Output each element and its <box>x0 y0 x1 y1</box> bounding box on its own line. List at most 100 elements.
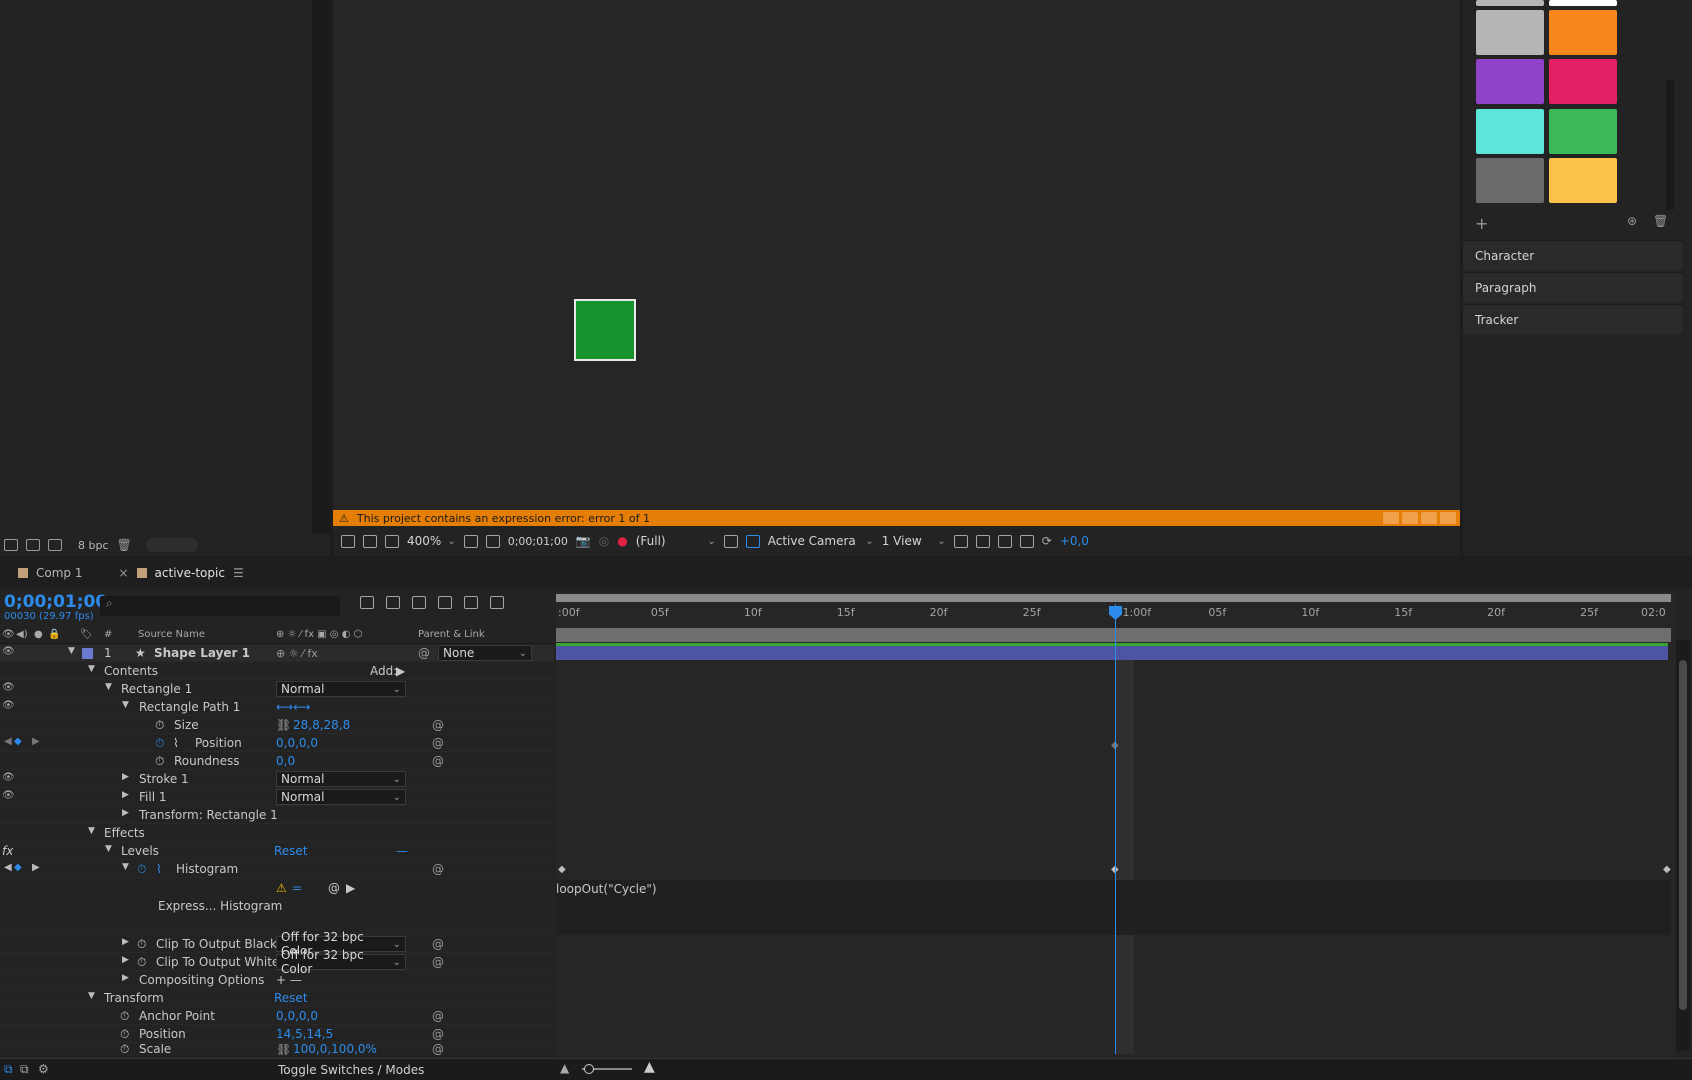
work-area-bar[interactable] <box>556 594 1671 602</box>
video-switch-icon[interactable]: 👁 <box>2 629 15 640</box>
close-icon[interactable]: × <box>118 566 128 580</box>
fill-blend-dropdown[interactable]: Normal ⌄ <box>276 789 406 805</box>
transform-position-value[interactable]: 14,5,14,5 <box>276 1027 333 1041</box>
new-folder-icon[interactable] <box>26 539 40 551</box>
eye-icon[interactable]: 👁 <box>2 790 15 801</box>
row-clip-output-black[interactable]: ▶ ⏱ Clip To Output Black Off for 32 bpc … <box>0 930 554 958</box>
row-levels[interactable]: fx ▼ Levels Reset — <box>0 843 554 860</box>
row-expression[interactable]: ⚠ = @ ▶ Express... Histogram <box>0 879 554 935</box>
label-icon[interactable]: 🏷 <box>80 629 93 640</box>
swatch[interactable] <box>1476 158 1544 203</box>
prev-error-icon[interactable] <box>1383 512 1399 524</box>
stopwatch-icon[interactable]: ⏱ <box>120 1027 129 1042</box>
row-transform-rectangle-1[interactable]: ▶ Transform: Rectangle 1 <box>0 807 554 824</box>
next-error-icon[interactable] <box>1421 512 1437 524</box>
label-color-icon[interactable] <box>82 648 93 659</box>
expand-triangle-icon[interactable]: ▶ <box>122 790 129 800</box>
project-scrollbar[interactable] <box>312 0 330 556</box>
row-transform-position[interactable]: ⏱ Position 14,5,14,5 @ <box>0 1026 554 1043</box>
row-scale[interactable]: ⏱ Scale ⛓ 100,0,100,0% @ <box>0 1044 554 1058</box>
expression-text[interactable]: loopOut("Cycle") <box>556 882 657 896</box>
stopwatch-icon[interactable]: ⏱ <box>120 1009 129 1024</box>
prev-keyframe-icon[interactable]: ◀ <box>4 862 12 873</box>
toggle-switches-modes-button[interactable]: Toggle Switches / Modes <box>278 1063 424 1077</box>
view-layout-dropdown[interactable]: 1 View ⌄ <box>882 534 946 548</box>
eye-icon[interactable]: 👁 <box>2 772 15 783</box>
solo-switch-icon[interactable]: ● <box>34 629 43 640</box>
pickwhip-icon[interactable]: @ <box>432 1027 444 1041</box>
render-time-icon[interactable]: ⚙ <box>38 1062 49 1076</box>
anchor-point-value[interactable]: 0,0,0,0 <box>276 1009 318 1023</box>
stroke-blend-dropdown[interactable]: Normal ⌄ <box>276 771 406 787</box>
tab-active-topic[interactable]: × active-topic ☰ <box>100 558 261 588</box>
draft-3d-icon[interactable] <box>386 596 400 609</box>
eye-icon[interactable]: 👁 <box>2 700 15 711</box>
zoom-slider-knob[interactable] <box>584 1064 594 1074</box>
panel-paragraph[interactable]: Paragraph <box>1463 272 1683 302</box>
expand-triangle-icon[interactable]: ▶ <box>122 808 129 818</box>
position-value[interactable]: 0,0,0,0 <box>276 736 318 750</box>
reset-transform-button[interactable]: Reset <box>274 991 308 1005</box>
clip-white-dropdown[interactable]: Off for 32 bpc Color ⌄ <box>276 948 406 976</box>
graph-icon[interactable]: ⌇ <box>173 736 179 750</box>
collapse-triangle-icon[interactable]: ▼ <box>88 826 95 836</box>
layer-switches-pane-icon[interactable]: ⧉ <box>4 1062 13 1077</box>
keyframe-end-icon[interactable]: ◆ <box>1663 864 1671 875</box>
motion-blur-icon[interactable] <box>464 596 478 609</box>
show-snapshot-icon[interactable]: ◎ <box>599 534 609 548</box>
stopwatch-icon[interactable]: ⏱ <box>120 1044 129 1057</box>
pickwhip-icon[interactable]: @ <box>432 955 444 969</box>
timeline-vertical-scrollbar[interactable] <box>1676 640 1690 1050</box>
pickwhip-icon[interactable]: @ <box>432 754 444 768</box>
pickwhip-icon[interactable]: @ <box>432 862 444 876</box>
graph-icon[interactable]: ⌇ <box>156 862 162 876</box>
collapse-triangle-icon[interactable]: ▼ <box>122 700 129 710</box>
eye-icon[interactable]: 👁 <box>2 682 15 693</box>
column-source-name[interactable]: Source Name <box>138 629 205 640</box>
keyframe-start-icon[interactable]: ◆ <box>558 864 566 875</box>
row-roundness[interactable]: ⏱ Roundness 0,0 @ <box>0 753 554 770</box>
add-menu-icon[interactable]: ▶ <box>396 664 405 678</box>
pickwhip-icon[interactable]: @ <box>432 1009 444 1023</box>
eye-icon[interactable]: 👁 <box>2 646 15 657</box>
swatch-top-left-partial[interactable] <box>1476 0 1544 6</box>
color-channels-icon[interactable]: ● <box>617 534 627 548</box>
timeline-search-input[interactable]: ⌕ <box>100 596 340 616</box>
path-direction-icon[interactable]: ⟷⟷ <box>276 700 310 714</box>
comp-mini-flowchart-icon[interactable] <box>360 596 374 609</box>
expression-editor[interactable] <box>556 880 1671 935</box>
reset-levels-button[interactable]: Reset <box>274 844 308 858</box>
constrain-proportions-icon[interactable]: ⛓ <box>276 718 291 732</box>
fast-previews-icon[interactable] <box>975 534 990 548</box>
expand-triangle-icon[interactable]: ▶ <box>122 772 129 782</box>
pickwhip-icon[interactable]: @ <box>432 736 444 750</box>
collapse-triangle-icon[interactable]: ▼ <box>88 991 95 1001</box>
swatch[interactable] <box>1549 109 1617 154</box>
audio-switch-icon[interactable]: ◀) <box>16 629 28 640</box>
current-time-indicator[interactable] <box>1115 604 1116 1054</box>
swatch[interactable] <box>1476 59 1544 104</box>
mask-visibility-icon[interactable] <box>485 534 500 548</box>
add-label[interactable]: Add: <box>370 664 397 678</box>
stopwatch-icon[interactable]: ⏱ <box>137 937 146 952</box>
panel-tracker[interactable]: Tracker <box>1463 304 1683 334</box>
add-swatch-icon[interactable]: + <box>1475 214 1488 233</box>
size-value[interactable]: 28,8,28,8 <box>293 718 350 732</box>
swatch[interactable] <box>1476 10 1544 55</box>
toggle-pixel-aspect-icon[interactable] <box>953 534 968 548</box>
prev-keyframe-icon[interactable]: ◀ <box>4 736 12 747</box>
edit-expression-icon[interactable] <box>1402 512 1418 524</box>
viewer-timecode[interactable]: 0;00;01;00 <box>508 535 568 548</box>
stopwatch-icon[interactable]: ⏱ <box>137 862 146 877</box>
stopwatch-icon[interactable]: ⏱ <box>137 955 146 970</box>
warning-icon[interactable]: ⚠ <box>276 881 287 895</box>
graph-editor-icon[interactable] <box>490 596 504 609</box>
next-keyframe-icon[interactable]: ▶ <box>32 736 40 747</box>
layer-switches[interactable]: ⊕ ☼ ⁄ fx <box>276 647 318 660</box>
zoom-out-icon[interactable]: ▲ <box>560 1061 569 1075</box>
expression-enable-icon[interactable]: = <box>292 881 302 895</box>
reset-exposure-icon[interactable]: ⟳ <box>1042 534 1052 548</box>
layer-name[interactable]: Shape Layer 1 <box>154 646 250 660</box>
stopwatch-icon[interactable]: ⏱ <box>155 718 164 733</box>
trash-icon[interactable]: 🗑 <box>1653 214 1668 228</box>
